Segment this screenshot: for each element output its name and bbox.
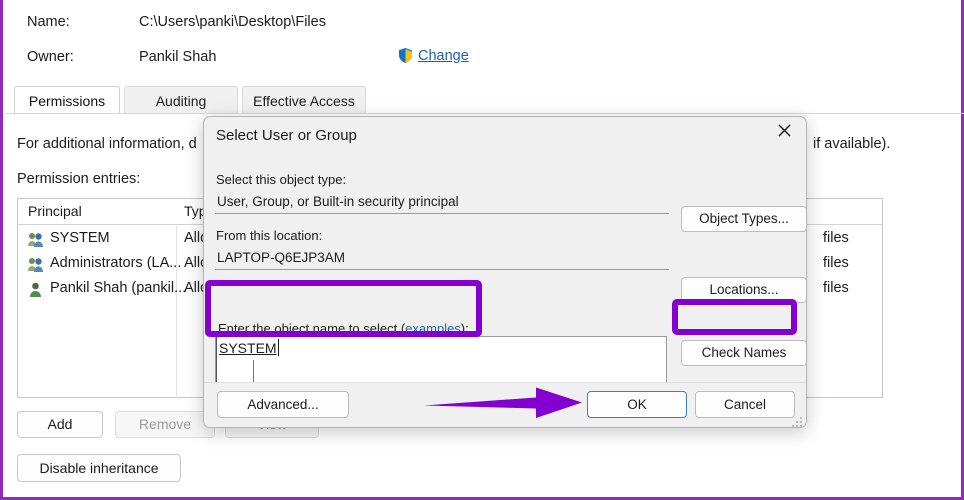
dialog-title: Select User or Group bbox=[216, 127, 357, 144]
disable-inheritance-button[interactable]: Disable inheritance bbox=[17, 454, 181, 482]
additional-information-text-tail: if available). bbox=[813, 136, 891, 152]
locations-button[interactable]: Locations... bbox=[681, 277, 806, 303]
tab-auditing[interactable]: Auditing bbox=[124, 86, 238, 114]
ok-button[interactable]: OK bbox=[587, 391, 687, 418]
object-name-value: SYSTEM bbox=[219, 340, 277, 356]
tab-strip-divider bbox=[6, 113, 964, 114]
tab-strip: Permissions Auditing Effective Access bbox=[6, 86, 964, 114]
remove-button[interactable]: Remove bbox=[115, 411, 215, 438]
row-principal: SYSTEM bbox=[50, 230, 110, 246]
owner-value: Pankil Shah bbox=[139, 49, 217, 65]
row-applies-to: files bbox=[823, 255, 849, 271]
name-value: C:\Users\panki\Desktop\Files bbox=[139, 14, 326, 30]
object-type-label: Select this object type: bbox=[216, 172, 347, 187]
permission-entries-label: Permission entries: bbox=[17, 171, 141, 187]
tab-effective-access[interactable]: Effective Access bbox=[242, 86, 366, 114]
screenshot-root: Name: C:\Users\panki\Desktop\Files Owner… bbox=[0, 0, 964, 500]
location-label: From this location: bbox=[216, 228, 323, 243]
dialog-body: Select this object type: User, Group, or… bbox=[204, 150, 806, 410]
change-owner-control[interactable]: Change bbox=[397, 47, 469, 64]
location-value: LAPTOP-Q6EJP3AM bbox=[217, 250, 346, 265]
uac-shield-icon bbox=[397, 47, 414, 64]
location-field[interactable]: LAPTOP-Q6EJP3AM bbox=[215, 248, 669, 270]
name-label: Name: bbox=[27, 14, 70, 30]
object-type-field[interactable]: User, Group, or Built-in security princi… bbox=[215, 192, 669, 214]
text-caret bbox=[278, 339, 279, 356]
close-icon bbox=[778, 124, 791, 142]
column-header-principal[interactable]: Principal bbox=[28, 203, 82, 219]
enter-label-mid: nter the object name to select ( bbox=[226, 321, 406, 336]
resize-grip-icon[interactable] bbox=[792, 414, 802, 427]
enter-label-accel: E bbox=[218, 321, 227, 336]
group-users-icon bbox=[27, 256, 44, 273]
advanced-button[interactable]: Advanced... bbox=[217, 391, 349, 418]
group-users-icon bbox=[27, 231, 44, 248]
add-button[interactable]: Add bbox=[17, 411, 103, 438]
object-type-value: User, Group, or Built-in security princi… bbox=[217, 194, 459, 209]
owner-label: Owner: bbox=[27, 49, 74, 65]
single-user-icon bbox=[27, 281, 44, 298]
select-user-or-group-dialog: Select User or Group Select this object … bbox=[203, 116, 807, 428]
arrow-pointing-to-ok bbox=[424, 387, 584, 419]
cancel-button[interactable]: Cancel bbox=[695, 391, 795, 418]
row-applies-to: files bbox=[823, 280, 849, 296]
enter-label-suffix: ): bbox=[460, 321, 469, 336]
row-principal: Administrators (LA... bbox=[50, 255, 182, 271]
object-types-button[interactable]: Object Types... bbox=[681, 206, 806, 232]
enter-object-name-label: Enter the object name to select (example… bbox=[218, 321, 469, 336]
row-principal: Pankil Shah (pankil... bbox=[50, 280, 187, 296]
additional-information-text: For additional information, d bbox=[17, 136, 197, 152]
check-names-button[interactable]: Check Names bbox=[681, 340, 806, 366]
tab-permissions[interactable]: Permissions bbox=[14, 86, 120, 114]
examples-link[interactable]: examples bbox=[405, 321, 461, 336]
row-applies-to: files bbox=[823, 230, 849, 246]
change-link[interactable]: Change bbox=[418, 48, 469, 64]
close-button[interactable] bbox=[762, 117, 806, 149]
